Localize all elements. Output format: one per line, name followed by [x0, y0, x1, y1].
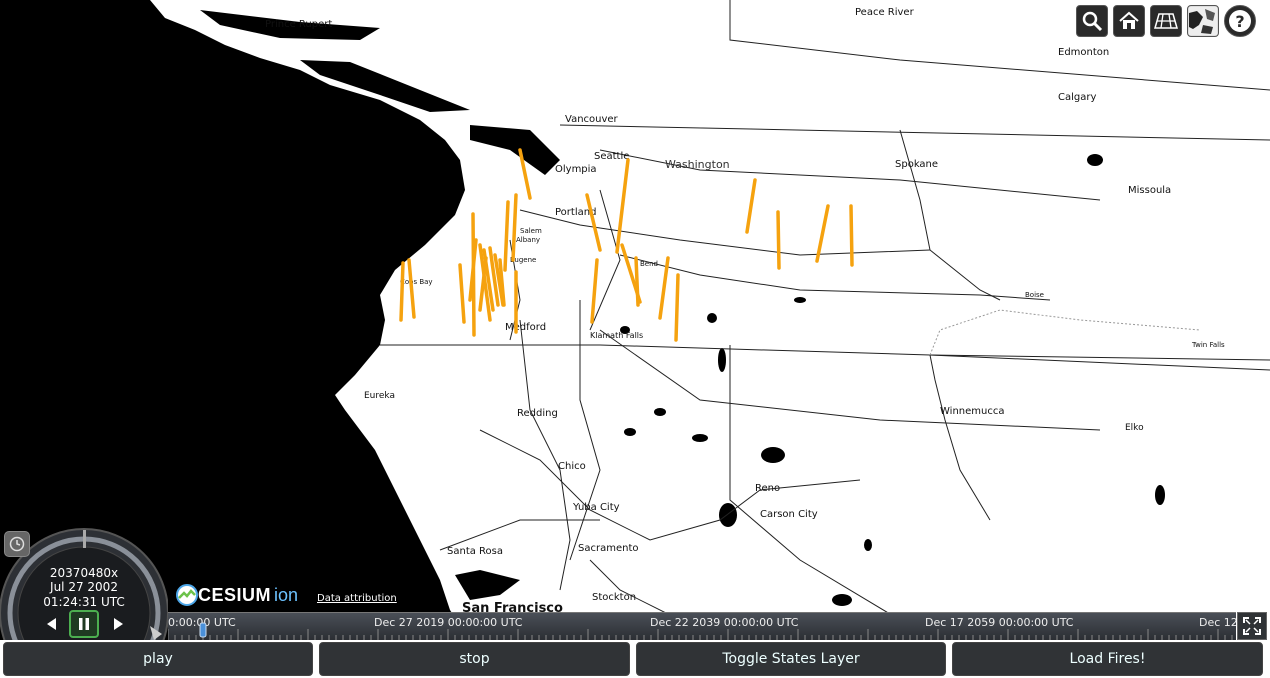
cesium-logo-icon: [176, 584, 198, 606]
cesium-logo-word: CESIUM: [198, 584, 272, 605]
base-layer-picker-button[interactable]: [1187, 5, 1219, 37]
label-spokane: Spokane: [895, 159, 938, 170]
search-icon: [1082, 11, 1103, 32]
stop-button[interactable]: stop: [319, 642, 630, 676]
clock-icon: [9, 536, 25, 552]
fire-marker[interactable]: [399, 261, 405, 322]
label-carson-city: Carson City: [760, 509, 818, 520]
label-missoula: Missoula: [1128, 185, 1171, 196]
fire-marker[interactable]: [674, 273, 680, 342]
play-button[interactable]: play: [3, 642, 313, 676]
play-reverse-button[interactable]: [38, 611, 66, 637]
label-chico: Chico: [558, 461, 586, 472]
toggle-states-layer-button[interactable]: Toggle States Layer: [636, 642, 946, 676]
label-prince-rupert: Prince Rupert: [265, 19, 332, 30]
help-label: ?: [1235, 11, 1245, 31]
control-button-bar: play stop Toggle States Layer Load Fires…: [0, 640, 1270, 678]
geocoder-search-button[interactable]: [1076, 5, 1108, 37]
label-redding: Redding: [517, 408, 558, 419]
help-button[interactable]: ?: [1224, 5, 1256, 37]
label-vancouver: Vancouver: [565, 114, 619, 125]
cesium-logo-suffix: ion: [274, 584, 299, 605]
timeline[interactable]: 0:00:00 UTC Dec 27 2019 00:00:00 UTC Dec…: [168, 612, 1236, 641]
label-olympia: Olympia: [555, 164, 597, 175]
label-santa-rosa: Santa Rosa: [447, 546, 503, 557]
label-stockton: Stockton: [592, 592, 636, 603]
fullscreen-icon: [1243, 617, 1261, 635]
timeline-label: Dec 27 2019 00:00:00 UTC: [374, 616, 523, 629]
play-reverse-icon: [47, 618, 56, 630]
play-forward-icon: [114, 618, 123, 630]
label-coos-bay: Coos Bay: [400, 278, 433, 286]
fire-marker[interactable]: [849, 204, 854, 267]
label-peace-river: Peace River: [855, 7, 915, 18]
timeline-label: Dec 22 2039 00:00:00 UTC: [650, 616, 799, 629]
label-twin-falls: Twin Falls: [1191, 341, 1225, 349]
fire-marker[interactable]: [634, 256, 640, 307]
timeline-label: Dec 17 2059 00:00:00 UTC: [925, 616, 1074, 629]
label-klamath-falls: Klamath Falls: [590, 331, 643, 340]
fire-marker[interactable]: [776, 210, 781, 270]
timeline-label: Dec 12: [1199, 616, 1236, 629]
label-calgary: Calgary: [1058, 92, 1096, 103]
scene-mode-button[interactable]: [1150, 5, 1182, 37]
label-seattle: Seattle: [594, 151, 629, 162]
label-medford: Medford: [505, 322, 546, 333]
label-bend: Bend: [640, 260, 658, 268]
label-reno: Reno: [755, 483, 780, 494]
label-washington: Washington: [665, 158, 730, 171]
label-salem: Salem: [520, 227, 542, 235]
projection-grid-icon: [1154, 13, 1178, 29]
cesium-ion-logo[interactable]: CESIUM ion: [176, 584, 298, 606]
base-layer-picker-icon: [1189, 7, 1217, 35]
load-fires-button[interactable]: Load Fires!: [952, 642, 1263, 676]
label-edmonton: Edmonton: [1058, 47, 1109, 58]
label-yuba-city: Yuba City: [572, 502, 620, 513]
pause-button[interactable]: [69, 610, 99, 638]
animation-time: 01:24:31 UTC: [43, 595, 125, 609]
label-albany: Albany: [516, 236, 540, 244]
animation-date: Jul 27 2002: [50, 580, 118, 594]
data-attribution-link[interactable]: Data attribution: [317, 593, 397, 604]
fullscreen-button[interactable]: [1237, 612, 1267, 640]
clock-button[interactable]: [4, 531, 30, 557]
home-icon: [1119, 11, 1139, 29]
map-viewport[interactable]: Prince Rupert Peace River Edmonton Calga…: [0, 0, 1270, 640]
home-button[interactable]: [1113, 5, 1145, 37]
label-boise: Boise: [1025, 291, 1044, 299]
label-eureka: Eureka: [364, 391, 395, 401]
label-sacramento: Sacramento: [578, 543, 638, 554]
timeline-needle[interactable]: [198, 621, 208, 639]
animation-speed: 20370480x: [49, 566, 119, 580]
label-winnemucca: Winnemucca: [940, 406, 1004, 417]
viewer-toolbar: ?: [1076, 5, 1256, 37]
play-forward-button[interactable]: [104, 611, 132, 637]
pause-icon: [79, 618, 89, 630]
label-elko: Elko: [1125, 423, 1144, 433]
